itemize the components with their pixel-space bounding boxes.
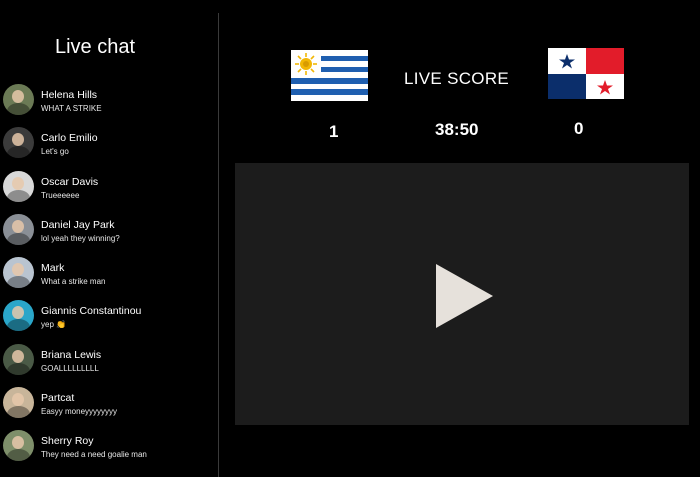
chat-username[interactable]: Carlo Emilio — [41, 132, 98, 144]
home-score: 1 — [329, 122, 339, 141]
chat-message[interactable]: Partcat Easyy moneyyyyyyyy — [0, 387, 218, 430]
play-icon[interactable] — [436, 264, 493, 328]
chat-username[interactable]: Oscar Davis — [41, 176, 98, 188]
chat-message-text: yep 👏 — [41, 320, 67, 330]
blue-star-icon — [559, 54, 575, 69]
chat-message-text: WHAT A STRIKE — [41, 104, 102, 113]
chat-message[interactable]: Mark What a strike man — [0, 257, 218, 300]
avatar[interactable] — [3, 430, 34, 462]
chat-username[interactable]: Partcat — [41, 392, 74, 404]
panama-flag — [548, 48, 624, 99]
chat-message[interactable]: Briana Lewis GOALLLLLLLLL — [0, 343, 218, 387]
chat-message[interactable]: Giannis Constantinou yep 👏 — [0, 300, 218, 343]
chat-message[interactable]: Carlo Emilio Let's go — [0, 127, 218, 170]
chat-username[interactable]: Helena Hills — [41, 89, 97, 101]
avatar[interactable] — [3, 213, 34, 245]
chat-username[interactable]: Daniel Jay Park — [41, 219, 115, 231]
away-score: 0 — [574, 119, 584, 138]
avatar[interactable] — [3, 300, 34, 332]
sun-icon — [295, 53, 317, 75]
avatar[interactable] — [3, 84, 34, 115]
chat-list[interactable]: Helena Hills WHAT A STRIKE Carlo Emilio Let… — [0, 84, 218, 474]
panel-divider — [218, 13, 219, 477]
uruguay-flag — [291, 50, 368, 101]
chat-message-text: What a strike man — [41, 277, 106, 287]
chat-message[interactable]: Helena Hills WHAT A STRIKE — [0, 84, 218, 127]
avatar[interactable] — [3, 343, 34, 375]
avatar[interactable] — [3, 170, 34, 202]
chat-message-text: They need a need goalie man — [41, 450, 147, 460]
chat-message-text: Easyy moneyyyyyyyy — [41, 407, 118, 417]
live-score-title: LIVE SCORE — [404, 69, 510, 88]
chat-title: Live chat — [54, 36, 136, 58]
chat-message-text: Let's go — [41, 147, 69, 157]
video-player[interactable] — [235, 163, 689, 425]
match-time: 38:50 — [435, 120, 479, 139]
chat-username[interactable]: Giannis Constantinou — [41, 305, 141, 317]
avatar[interactable] — [3, 127, 34, 159]
chat-message[interactable]: Daniel Jay Park lol yeah they winning? — [0, 213, 218, 257]
chat-username[interactable]: Mark — [41, 262, 64, 274]
avatar[interactable] — [3, 257, 34, 289]
chat-message-text: GOALLLLLLLLL — [41, 363, 99, 373]
avatar[interactable] — [3, 387, 34, 419]
chat-message[interactable]: Sherry Roy They need a need goalie man — [0, 430, 218, 473]
chat-message-text: lol yeah they winning? — [41, 233, 120, 243]
chat-message-text: Trueeeeee — [41, 190, 80, 200]
chat-username[interactable]: Sherry Roy — [41, 435, 94, 447]
red-star-icon — [597, 80, 613, 95]
chat-message[interactable]: Oscar Davis Trueeeeee — [0, 170, 218, 214]
live-chat-panel: Live chat Helena Hills WHAT A STRIKE Carlo… — [0, 0, 218, 477]
chat-username[interactable]: Briana Lewis — [41, 349, 101, 361]
